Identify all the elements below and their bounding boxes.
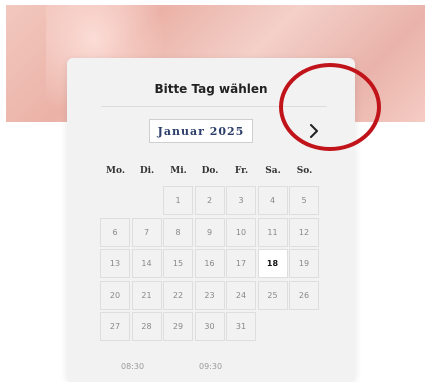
day-cell[interactable]: 1 bbox=[163, 186, 193, 215]
day-cell[interactable]: 16 bbox=[194, 249, 225, 278]
weekday-label: Fr. bbox=[234, 166, 249, 176]
weekday-label: Sa. bbox=[265, 166, 281, 176]
day-cell[interactable]: 3 bbox=[226, 186, 256, 215]
day-cell[interactable]: 26 bbox=[289, 280, 319, 310]
day-cell[interactable]: 25 bbox=[257, 280, 288, 310]
weekday-label: So. bbox=[296, 166, 313, 176]
day-cell[interactable]: 29 bbox=[163, 312, 193, 341]
day-cell[interactable]: 11 bbox=[257, 217, 288, 247]
weekday-label: Di. bbox=[139, 166, 155, 176]
weekday-label: Mo. bbox=[106, 166, 125, 176]
highlight-circle-annotation bbox=[279, 63, 381, 151]
day-cell[interactable]: 17 bbox=[226, 249, 256, 278]
day-cell[interactable]: 20 bbox=[100, 280, 130, 310]
day-cell-selected[interactable]: 18 bbox=[257, 249, 288, 278]
weekday-label: Mi. bbox=[170, 166, 187, 176]
day-cell[interactable]: 4 bbox=[257, 186, 288, 215]
weekday-label: Do. bbox=[201, 166, 219, 176]
day-cell[interactable]: 14 bbox=[131, 249, 162, 278]
day-cell[interactable]: 22 bbox=[163, 280, 193, 310]
day-cell[interactable]: 7 bbox=[131, 217, 162, 247]
time-slot[interactable]: 08:30 bbox=[121, 362, 144, 371]
day-cell[interactable]: 27 bbox=[100, 312, 130, 341]
time-slot[interactable]: 09:30 bbox=[199, 362, 222, 371]
day-cell[interactable]: 2 bbox=[194, 186, 225, 215]
day-cell[interactable]: 6 bbox=[100, 217, 130, 247]
day-cell[interactable]: 28 bbox=[131, 312, 162, 341]
day-cell[interactable]: 15 bbox=[163, 249, 193, 278]
day-cell[interactable]: 23 bbox=[194, 280, 225, 310]
day-cell[interactable]: 8 bbox=[163, 217, 193, 247]
day-cell[interactable]: 31 bbox=[226, 312, 256, 341]
day-cell[interactable]: 24 bbox=[226, 280, 256, 310]
day-cell[interactable]: 10 bbox=[226, 217, 256, 247]
day-cell[interactable]: 13 bbox=[100, 249, 130, 278]
day-cell[interactable]: 9 bbox=[194, 217, 225, 247]
day-cell[interactable]: 21 bbox=[131, 280, 162, 310]
day-cell[interactable]: 30 bbox=[194, 312, 225, 341]
day-cell[interactable]: 5 bbox=[289, 186, 319, 215]
day-cell[interactable]: 19 bbox=[289, 249, 319, 278]
month-selector-button[interactable]: Januar 2025 bbox=[149, 119, 253, 143]
day-cell[interactable]: 12 bbox=[289, 217, 319, 247]
